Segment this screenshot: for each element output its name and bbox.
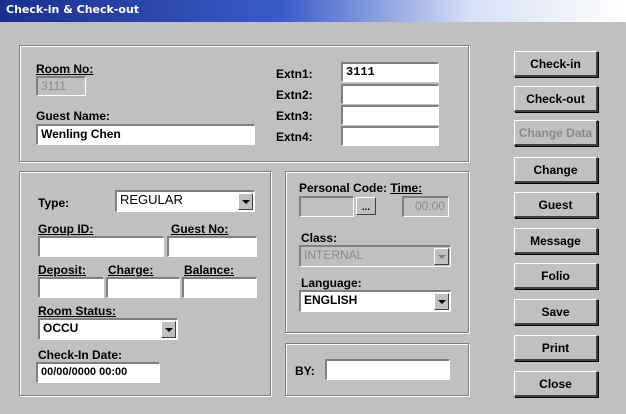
deposit-field[interactable] [38, 277, 104, 298]
folio-button-label: Folio [541, 268, 570, 283]
extn3-field[interactable] [341, 105, 439, 125]
message-button[interactable]: Message [514, 228, 598, 254]
guest-name-label: Guest Name: [36, 109, 111, 123]
room-status-select[interactable]: OCCU [38, 318, 178, 340]
room-status-select-value: OCCU [43, 321, 79, 335]
class-select: INTERNAL [299, 245, 451, 267]
personal-code-label: Personal Code: Time: [299, 181, 422, 195]
time-field: 00:00 [402, 196, 449, 217]
checkout-button[interactable]: Check-out [514, 86, 598, 112]
print-button[interactable]: Print [514, 335, 598, 361]
print-button-label: Print [541, 340, 570, 355]
save-button-label: Save [541, 304, 570, 319]
by-label: BY: [295, 364, 315, 378]
personal-code-field [299, 196, 354, 217]
extn1-label: Extn1: [276, 67, 313, 81]
browse-button[interactable]: ... [356, 197, 376, 215]
change-data-button: Change Data [514, 120, 598, 146]
folio-button[interactable]: Folio [514, 263, 598, 289]
room-status-label: Room Status: [38, 304, 116, 318]
checkout-button-label: Check-out [526, 91, 585, 106]
save-button[interactable]: Save [514, 299, 598, 325]
class-label: Class: [301, 231, 338, 245]
by-field[interactable] [325, 359, 450, 380]
charge-field[interactable] [106, 277, 180, 298]
change-button-label: Change [533, 162, 578, 177]
extn2-label: Extn2: [276, 88, 313, 102]
guest-name-field[interactable]: Wenling Chen [36, 124, 255, 145]
group-id-label: Group ID: [38, 222, 94, 236]
balance-label: Balance: [184, 263, 235, 277]
chevron-down-icon [434, 248, 449, 265]
chevron-down-icon[interactable] [161, 321, 176, 338]
checkin-date-field[interactable]: 00/00/0000 00:00 [36, 362, 160, 383]
message-button-label: Message [530, 233, 581, 248]
guest-no-label: Guest No: [171, 222, 229, 236]
extn2-field[interactable] [341, 84, 439, 104]
guest-no-field[interactable] [167, 236, 257, 257]
language-label: Language: [301, 276, 362, 290]
type-label: Type: [38, 196, 70, 210]
guest-button-label: Guest [538, 197, 573, 212]
extn1-field[interactable]: 3111 [341, 62, 439, 82]
checkin-date-label: Check-In Date: [38, 348, 123, 362]
extn4-field[interactable] [341, 126, 439, 146]
language-select-value: ENGLISH [304, 293, 358, 307]
extn4-label: Extn4: [276, 130, 313, 144]
personal-code-label-text: Personal Code: [299, 181, 388, 195]
class-select-value: INTERNAL [304, 248, 364, 262]
deposit-label: Deposit: [38, 263, 86, 277]
change-data-button-label: Change Data [518, 125, 593, 140]
close-button[interactable]: Close [514, 371, 598, 397]
type-select-value: REGULAR [120, 192, 183, 207]
chevron-down-icon[interactable] [238, 193, 253, 210]
charge-label: Charge: [108, 263, 154, 277]
window-title: Check-in & Check-out [0, 0, 626, 22]
extn3-label: Extn3: [276, 109, 313, 123]
close-button-label: Close [539, 376, 572, 391]
group-id-field[interactable] [38, 236, 164, 257]
checkin-button[interactable]: Check-in [514, 51, 598, 77]
time-label: Time: [390, 181, 423, 195]
change-button[interactable]: Change [514, 157, 598, 183]
checkin-button-label: Check-in [530, 56, 581, 71]
room-no-label: Room No: [36, 62, 94, 76]
chevron-down-icon[interactable] [434, 293, 449, 310]
balance-field[interactable] [182, 277, 257, 298]
room-no-field: 3111 [36, 76, 86, 96]
type-select[interactable]: REGULAR [115, 190, 255, 212]
guest-button[interactable]: Guest [514, 192, 598, 218]
language-select[interactable]: ENGLISH [299, 290, 451, 312]
